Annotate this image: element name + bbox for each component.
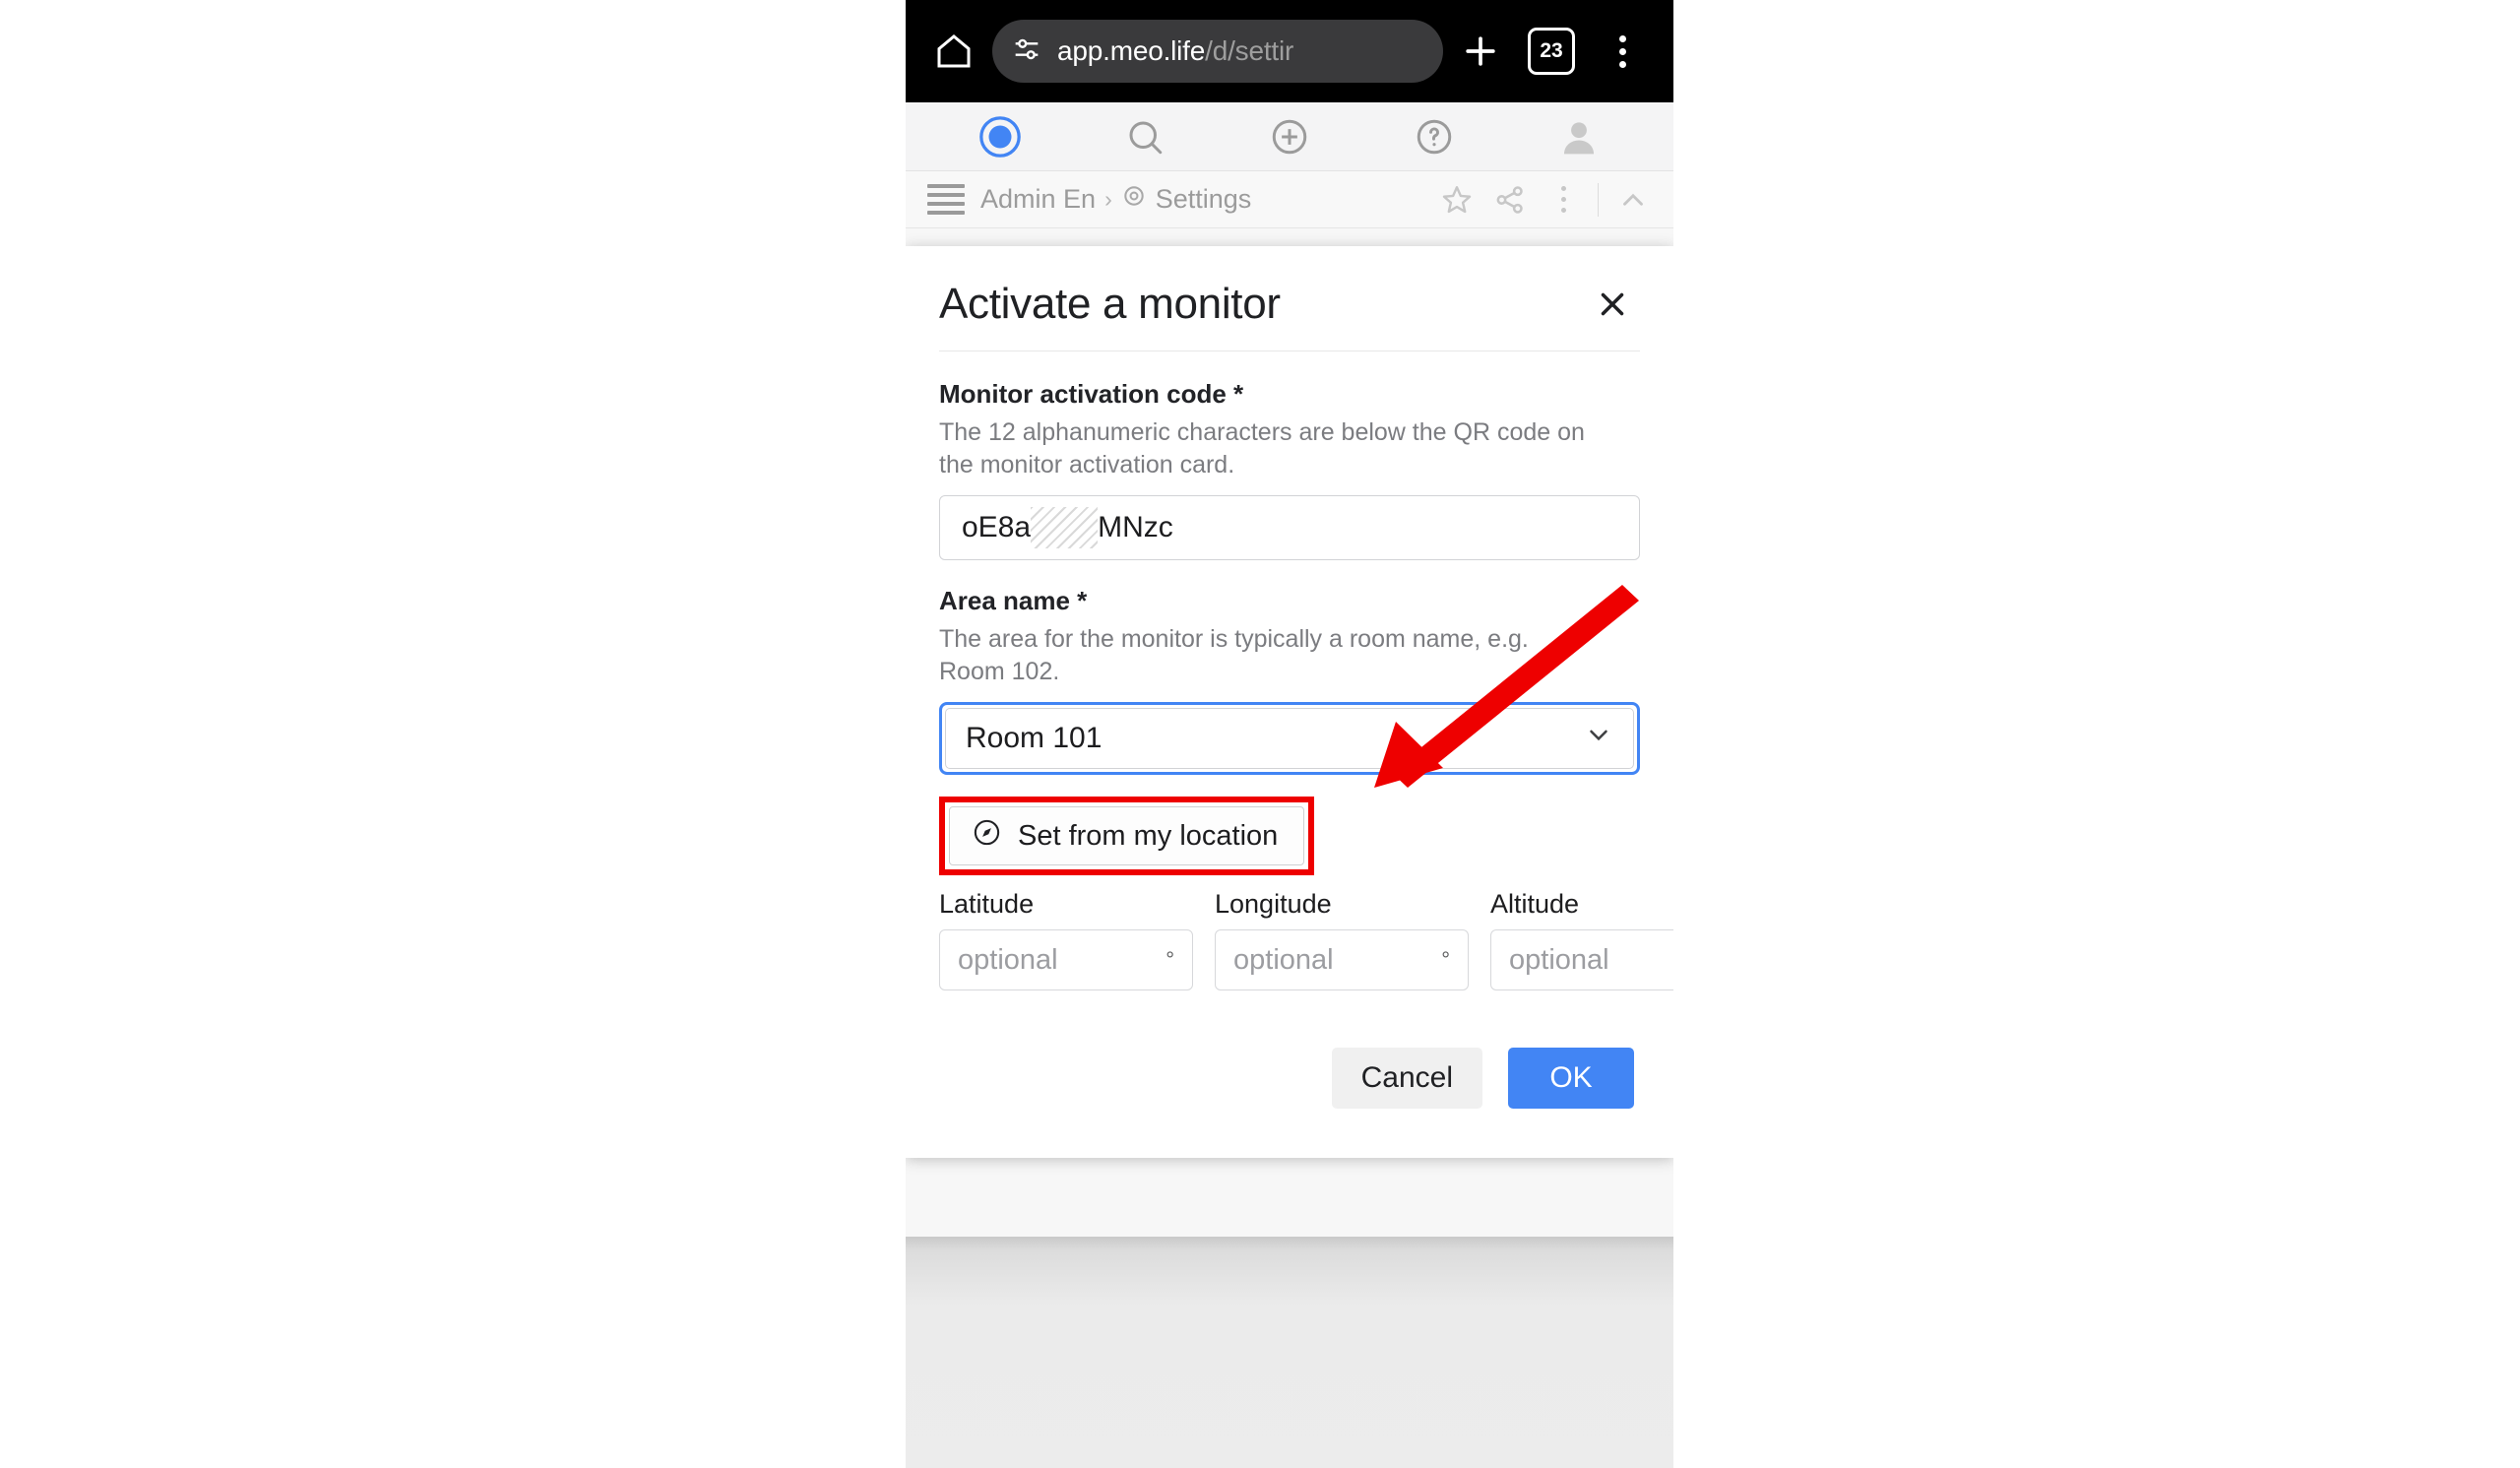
area-name-select-focus-ring: Room 101	[939, 702, 1640, 775]
longitude-input[interactable]: optional °	[1215, 929, 1469, 990]
altitude-placeholder: optional	[1509, 943, 1609, 976]
activation-code-input[interactable]: oE8a MNzc	[939, 495, 1640, 560]
activation-code-prefix: oE8a	[962, 511, 1032, 543]
set-from-my-location-button[interactable]: Set from my location	[949, 806, 1305, 865]
coordinates-row: Latitude optional ° Longitude optional °	[939, 889, 1673, 990]
close-icon[interactable]	[1591, 283, 1634, 326]
area-name-field: Area name * The area for the monitor is …	[939, 586, 1640, 775]
location-button-highlight: Set from my location	[939, 797, 1315, 875]
latitude-placeholder: optional	[958, 943, 1058, 976]
breadcrumb-root[interactable]: Admin En	[980, 184, 1096, 215]
activate-monitor-dialog: Activate a monitor Monitor activation co…	[906, 246, 1673, 1158]
altitude-field: Altitude optional	[1490, 889, 1673, 990]
page-backdrop	[906, 1237, 1673, 1468]
area-name-label: Area name *	[939, 586, 1088, 615]
avatar-icon[interactable]	[1551, 109, 1606, 164]
tab-count-label: 23	[1528, 28, 1575, 75]
redaction-mask	[1031, 507, 1099, 548]
area-name-select[interactable]: Room 101	[945, 708, 1634, 769]
area-name-help: The area for the monitor is typically a …	[939, 625, 1529, 685]
latitude-label: Latitude	[939, 889, 1035, 919]
home-icon[interactable]	[923, 21, 984, 82]
dialog-body: Monitor activation code * The 12 alphanu…	[906, 351, 1673, 990]
chevron-up-icon[interactable]	[1614, 181, 1652, 219]
app-page: Admin En › Settings Activate a monitor M…	[906, 102, 1673, 1468]
altitude-input[interactable]: optional	[1490, 929, 1673, 990]
dialog-actions: Cancel OK	[906, 990, 1673, 1158]
latitude-field: Latitude optional °	[939, 889, 1193, 990]
search-icon[interactable]	[1117, 109, 1172, 164]
help-circle-icon[interactable]	[1407, 109, 1462, 164]
altitude-label: Altitude	[1490, 889, 1580, 919]
plus-icon[interactable]	[1447, 18, 1514, 85]
share-icon[interactable]	[1491, 181, 1529, 219]
longitude-placeholder: optional	[1233, 943, 1334, 976]
chevron-down-icon	[1584, 720, 1613, 757]
gear-icon	[1121, 183, 1147, 216]
tab-counter[interactable]: 23	[1518, 18, 1585, 85]
toolbar-divider	[1598, 182, 1599, 217]
longitude-unit: °	[1441, 947, 1450, 972]
address-bar[interactable]: app.meo.life/d/settir	[992, 20, 1443, 83]
browser-toolbar: app.meo.life/d/settir 23	[906, 0, 1673, 102]
ok-button[interactable]: OK	[1508, 1048, 1634, 1109]
kebab-menu-icon[interactable]	[1589, 18, 1656, 85]
cancel-button[interactable]: Cancel	[1331, 1048, 1482, 1109]
logo-icon[interactable]	[973, 109, 1028, 164]
site-settings-icon[interactable]	[1010, 32, 1043, 71]
phone-viewport: app.meo.life/d/settir 23 Admin En › Sett…	[906, 0, 1673, 1468]
app-nav-bar	[906, 102, 1673, 171]
breadcrumb-more-icon[interactable]	[1544, 181, 1582, 219]
latitude-unit: °	[1166, 947, 1174, 972]
dialog-header: Activate a monitor	[906, 246, 1673, 351]
activation-code-label: Monitor activation code *	[939, 379, 1244, 409]
activation-code-suffix: MNzc	[1098, 511, 1173, 543]
add-circle-icon[interactable]	[1262, 109, 1317, 164]
latitude-input[interactable]: optional °	[939, 929, 1193, 990]
compass-icon	[972, 817, 1002, 856]
breadcrumb: Admin En › Settings	[980, 183, 1251, 216]
set-from-my-location-label: Set from my location	[1018, 819, 1279, 852]
hamburger-icon[interactable]	[927, 184, 965, 215]
breadcrumb-current[interactable]: Settings	[1156, 184, 1252, 215]
url-text: app.meo.life/d/settir	[1057, 35, 1294, 66]
area-name-selected-value: Room 101	[966, 722, 1102, 754]
breadcrumb-bar: Admin En › Settings	[906, 171, 1673, 228]
activation-code-field: Monitor activation code * The 12 alphanu…	[939, 379, 1640, 560]
activation-code-help: The 12 alphanumeric characters are below…	[939, 418, 1585, 479]
breadcrumb-separator: ›	[1104, 186, 1112, 212]
star-icon[interactable]	[1438, 181, 1476, 219]
dialog-title: Activate a monitor	[939, 280, 1281, 328]
longitude-field: Longitude optional °	[1215, 889, 1469, 990]
longitude-label: Longitude	[1215, 889, 1332, 919]
